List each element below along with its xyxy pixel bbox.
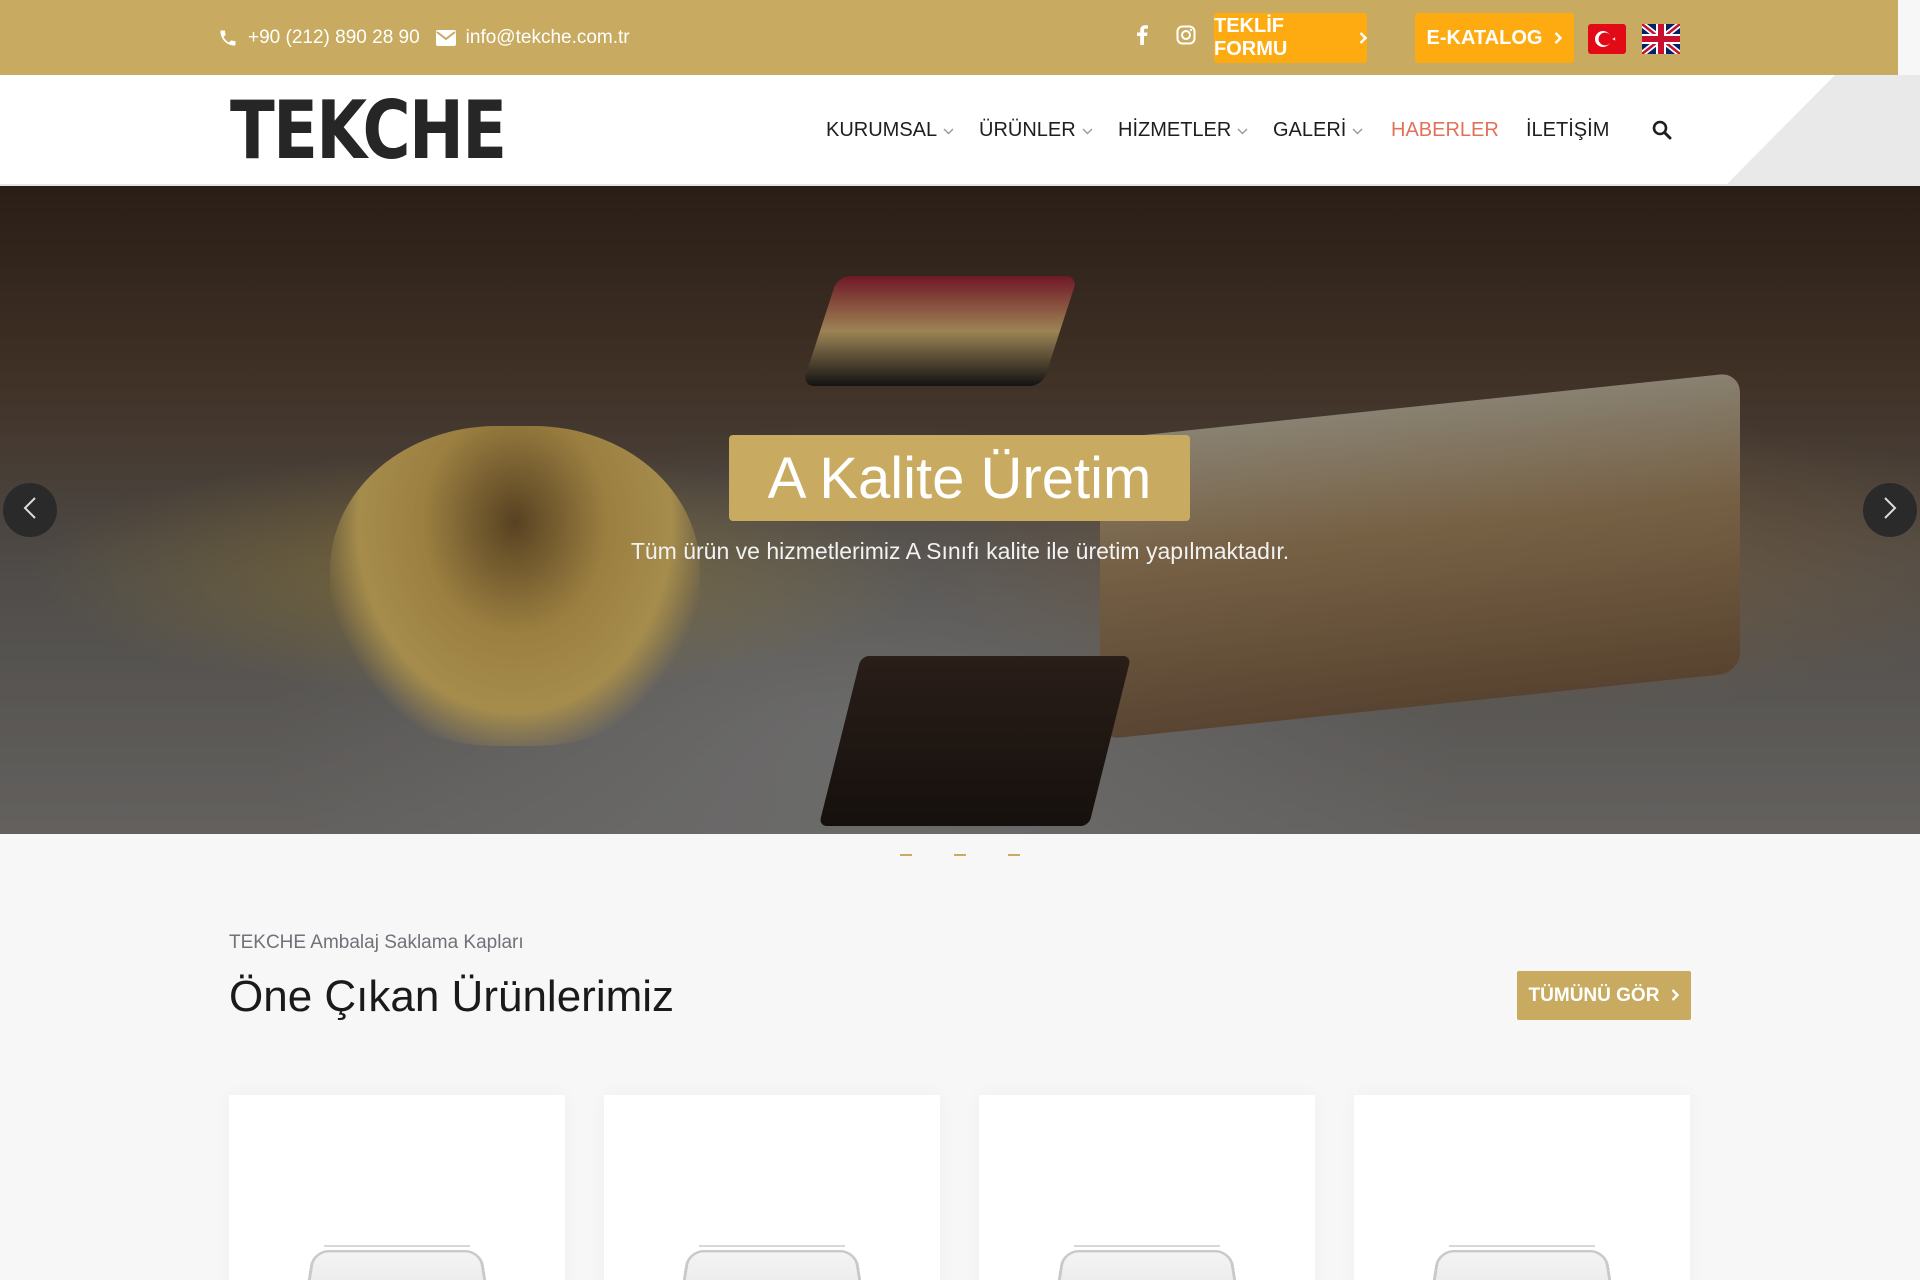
hero-title: A Kalite Üretim — [729, 435, 1190, 521]
phone-link[interactable]: +90 (212) 890 28 90 — [218, 27, 420, 49]
nav-haberler[interactable]: HABERLER — [1391, 75, 1499, 184]
chevron-down-icon — [1352, 123, 1363, 138]
nav-urunler-label: ÜRÜNLER — [979, 119, 1076, 141]
nav-urunler[interactable]: ÜRÜNLER — [979, 75, 1093, 184]
product-image-lid — [324, 1245, 470, 1257]
chevron-left-icon — [23, 496, 37, 525]
nav-galeri[interactable]: GALERİ — [1273, 75, 1363, 184]
nav-hizmetler-label: HİZMETLER — [1118, 119, 1232, 141]
ecatalog-label: E-KATALOG — [1426, 26, 1543, 49]
phone-number: +90 (212) 890 28 90 — [248, 26, 420, 48]
section-title: Öne Çıkan Ürünlerimiz — [229, 972, 675, 1021]
product-card[interactable] — [604, 1095, 940, 1280]
facebook-icon — [1136, 25, 1148, 50]
slider-dot-3[interactable] — [1008, 854, 1020, 856]
slider-dot-2[interactable] — [954, 854, 966, 856]
nav-galeri-label: GALERİ — [1273, 119, 1347, 141]
section-kicker: TEKCHE Ambalaj Saklama Kapları — [229, 932, 524, 953]
hero-subtitle: Tüm ürün ve hizmetlerimiz A Sınıfı kalit… — [630, 538, 1290, 564]
product-image-lid — [1449, 1245, 1595, 1257]
product-image-lid — [699, 1245, 845, 1257]
nav-kurumsal-label: KURUMSAL — [826, 119, 938, 141]
envelope-icon — [435, 29, 456, 46]
chevron-down-icon — [1237, 123, 1248, 138]
nav-kurumsal[interactable]: KURUMSAL — [826, 75, 954, 184]
slider-prev-button[interactable] — [3, 483, 57, 537]
product-card[interactable] — [979, 1095, 1315, 1280]
product-card[interactable] — [1354, 1095, 1690, 1280]
quote-form-button[interactable]: TEKLİF FORMU — [1214, 13, 1368, 63]
facebook-link[interactable] — [1136, 0, 1148, 75]
site-logo[interactable]: TEKCHE — [230, 91, 507, 171]
slider-dot-1[interactable] — [900, 854, 912, 856]
nav-haberler-label: HABERLER — [1391, 119, 1499, 141]
instagram-link[interactable] — [1176, 0, 1196, 75]
search-icon[interactable] — [1652, 120, 1672, 145]
email-link[interactable]: info@tekche.com.tr — [435, 26, 630, 49]
product-image-lid — [1074, 1245, 1220, 1257]
hero-slider: A Kalite Üretim Tüm ürün ve hizmetlerimi… — [0, 186, 1920, 834]
nav-iletisim-label: İLETİŞİM — [1526, 119, 1610, 141]
chevron-right-icon — [1883, 496, 1897, 525]
contact-info: +90 (212) 890 28 90 info@tekche.com.tr — [218, 0, 630, 75]
email-address: info@tekche.com.tr — [465, 26, 630, 48]
turkish-flag-icon[interactable] — [1588, 24, 1626, 54]
phone-icon — [218, 28, 238, 48]
instagram-icon — [1176, 25, 1196, 50]
ecatalog-button[interactable]: E-KATALOG — [1415, 13, 1574, 63]
quote-form-label: TEKLİF FORMU — [1214, 15, 1288, 60]
slider-pagination — [0, 854, 1920, 858]
nav-iletisim[interactable]: İLETİŞİM — [1526, 75, 1610, 184]
header-corner-triangle — [1725, 75, 1835, 184]
chevron-right-icon — [1671, 985, 1680, 1007]
product-card[interactable] — [229, 1095, 565, 1280]
nav-hizmetler[interactable]: HİZMETLER — [1118, 75, 1248, 184]
view-all-label: TÜMÜNÜ GÖR — [1528, 984, 1660, 1006]
chevron-right-icon — [1359, 27, 1368, 50]
top-bar: +90 (212) 890 28 90 info@tekche.com.tr T… — [0, 0, 1898, 75]
main-header: TEKCHE KURUMSAL ÜRÜNLER HİZMETLER GALERİ… — [0, 75, 1920, 186]
view-all-button[interactable]: TÜMÜNÜ GÖR — [1517, 971, 1691, 1020]
chevron-right-icon — [1554, 27, 1563, 50]
chevron-down-icon — [943, 123, 954, 138]
slider-next-button[interactable] — [1863, 483, 1917, 537]
uk-flag-icon[interactable] — [1640, 21, 1682, 57]
chevron-down-icon — [1082, 123, 1093, 138]
